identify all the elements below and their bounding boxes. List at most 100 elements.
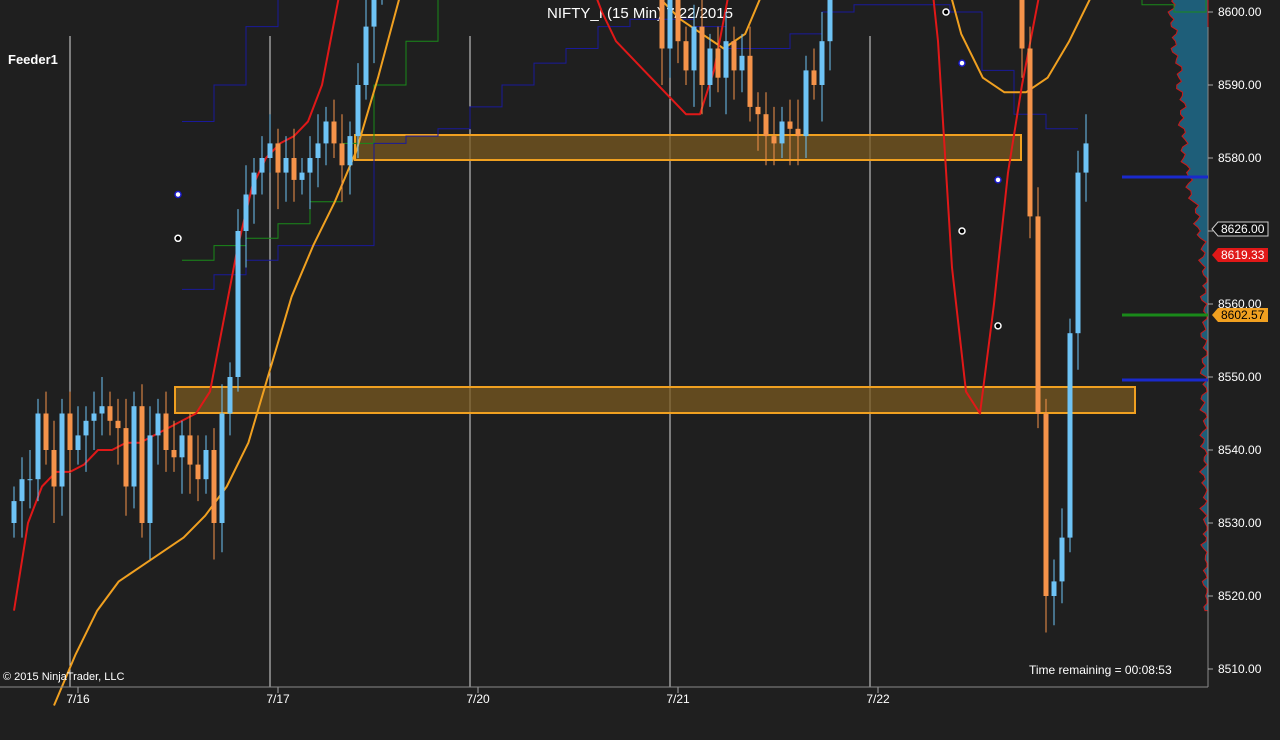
candle-body	[259, 158, 265, 173]
candle-body	[675, 0, 681, 42]
candle-body	[187, 435, 193, 465]
y-tick-label: 8600.00	[1218, 5, 1262, 19]
y-tick-label: 8540.00	[1218, 443, 1262, 457]
candle-body	[83, 420, 89, 436]
candle-body	[19, 479, 25, 502]
resistance-zone	[354, 134, 1022, 161]
candle-body	[155, 413, 161, 436]
candle-body	[75, 435, 81, 450]
price-tag-8626: 8626.00	[1211, 221, 1269, 237]
candle-body	[219, 413, 225, 523]
swing-marker	[994, 322, 1002, 330]
candle-body	[251, 172, 257, 195]
time-remaining: Time remaining = 00:08:53	[1029, 663, 1172, 677]
candle-body	[723, 41, 729, 78]
candle-body	[315, 143, 321, 158]
candle-body	[43, 413, 49, 450]
y-tick-label: 8510.00	[1218, 662, 1262, 676]
candle-body	[211, 450, 217, 523]
candle-body	[715, 48, 721, 78]
candle-body	[803, 70, 809, 137]
candle-body	[283, 158, 289, 173]
candle-body	[683, 41, 689, 71]
candle-body	[811, 70, 817, 85]
candle-body	[195, 464, 201, 480]
candle-body	[771, 136, 777, 144]
candle-body	[347, 136, 353, 166]
candle-body	[59, 413, 65, 487]
x-tick-label: 7/21	[666, 692, 690, 706]
x-tick-label: 7/20	[466, 692, 490, 706]
candle-body	[235, 231, 241, 377]
price-tag-8602: 8602.57	[1212, 308, 1268, 322]
candle-body	[731, 41, 737, 71]
panel-label: Feeder1	[8, 52, 58, 67]
candle-body	[707, 48, 713, 85]
candle-body	[171, 450, 177, 458]
chart-window: { "window": { "title": "NIFTY_I (15 Min)…	[0, 0, 1280, 740]
y-tick-label: 8580.00	[1218, 151, 1262, 165]
candle-body	[659, 0, 665, 49]
x-tick-label: 7/17	[266, 692, 290, 706]
x-tick-label: 7/16	[66, 692, 90, 706]
candle-body	[795, 128, 801, 137]
candle-body	[35, 413, 41, 480]
plot-area	[0, 27, 1208, 687]
candle-body	[323, 121, 329, 144]
candle-body	[203, 450, 209, 480]
swing-marker	[958, 227, 966, 235]
candle-body	[819, 41, 825, 85]
candle-body	[123, 428, 129, 487]
swing-marker	[958, 59, 966, 67]
y-tick-label: 8550.00	[1218, 370, 1262, 384]
candle-body	[291, 158, 297, 180]
candle-body	[699, 26, 705, 86]
candle-body	[1067, 333, 1073, 538]
candle-body	[27, 479, 33, 481]
candle-body	[1035, 216, 1041, 414]
candle-body	[739, 55, 745, 71]
candle-body	[1027, 48, 1033, 217]
candle-body	[1083, 143, 1089, 173]
candle-body	[331, 121, 337, 144]
candle-body	[1059, 537, 1065, 582]
candle-body	[787, 121, 793, 129]
candle-body	[363, 26, 369, 86]
candle-body	[275, 143, 281, 173]
candle-body	[107, 406, 113, 421]
candle-body	[267, 143, 273, 158]
candle-body	[1043, 413, 1049, 596]
candle-body	[1075, 172, 1081, 334]
candle-body	[131, 406, 137, 487]
copyright-text: © 2015 NinjaTrader, LLC	[3, 671, 125, 683]
candle-body	[115, 420, 121, 429]
x-tick-label: 7/22	[866, 692, 890, 706]
candle-body	[779, 121, 785, 144]
candle-body	[139, 406, 145, 523]
support-zone	[174, 386, 1136, 414]
candle-body	[91, 413, 97, 421]
y-tick-label: 8520.00	[1218, 589, 1262, 603]
candle-body	[299, 172, 305, 180]
swing-marker	[942, 8, 950, 16]
candle-body	[227, 377, 233, 414]
candle-body	[11, 501, 17, 523]
y-tick-label: 8530.00	[1218, 516, 1262, 530]
candle-body	[747, 55, 753, 107]
candle-body	[691, 26, 697, 71]
candle-body	[755, 106, 761, 115]
swing-marker	[174, 190, 182, 199]
price-tag-8602-text: 8602.57	[1221, 308, 1265, 322]
swing-marker	[994, 176, 1002, 184]
candle-body	[51, 450, 57, 487]
price-chart: 7/167/177/207/217/22 8670.008660.008650.…	[0, 0, 1280, 740]
candle-body	[147, 435, 153, 523]
swing-marker	[174, 234, 182, 243]
price-tag-8619-text: 8619.33	[1221, 248, 1265, 262]
candle-body	[243, 194, 249, 231]
candle-body	[99, 406, 105, 414]
candle-body	[1051, 581, 1057, 596]
candle-body	[763, 114, 769, 137]
candle-body	[1019, 0, 1025, 49]
candle-body	[355, 85, 361, 137]
